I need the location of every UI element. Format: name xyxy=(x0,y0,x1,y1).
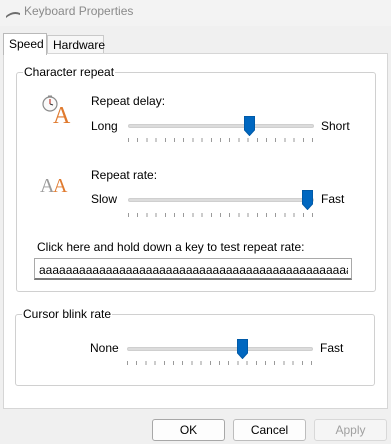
apply-button[interactable]: Apply xyxy=(314,419,387,441)
cursor-blink-label: Cursor blink rate xyxy=(22,307,113,321)
tab-speed[interactable]: Speed xyxy=(3,33,47,55)
repeat-rate-track[interactable] xyxy=(128,198,314,202)
repeat-delay-icon: A xyxy=(40,94,72,129)
repeat-rate-label: Repeat rate: xyxy=(91,168,158,182)
cursor-blink-ticks xyxy=(127,361,314,365)
svg-text:A: A xyxy=(53,175,68,196)
repeat-rate-icon: A A xyxy=(40,172,74,199)
test-repeat-input[interactable] xyxy=(34,258,352,280)
cancel-button[interactable]: Cancel xyxy=(233,419,306,441)
repeat-delay-ticks xyxy=(128,138,315,142)
repeat-delay-min-label: Long xyxy=(91,119,118,133)
keyboard-icon xyxy=(5,8,21,22)
test-repeat-label: Click here and hold down a key to test r… xyxy=(37,240,305,254)
window-title: Keyboard Properties xyxy=(24,4,134,18)
title-bar: Keyboard Properties xyxy=(0,0,391,26)
cursor-blink-max-label: Fast xyxy=(320,341,344,355)
repeat-rate-min-label: Slow xyxy=(91,192,118,206)
svg-text:A: A xyxy=(53,103,71,126)
character-repeat-label: Character repeat xyxy=(23,65,116,79)
cursor-blink-track[interactable] xyxy=(127,347,313,351)
repeat-delay-max-label: Short xyxy=(321,119,350,133)
tab-hardware[interactable]: Hardware xyxy=(47,35,105,54)
repeat-delay-thumb[interactable] xyxy=(244,116,255,136)
ok-button[interactable]: OK xyxy=(152,419,225,441)
repeat-delay-track[interactable] xyxy=(128,124,314,128)
repeat-rate-max-label: Fast xyxy=(321,192,345,206)
repeat-delay-label: Repeat delay: xyxy=(91,94,166,108)
repeat-rate-thumb[interactable] xyxy=(302,190,313,210)
cursor-blink-thumb[interactable] xyxy=(237,339,248,359)
repeat-rate-ticks xyxy=(128,213,315,217)
cursor-blink-min-label: None xyxy=(90,341,119,355)
